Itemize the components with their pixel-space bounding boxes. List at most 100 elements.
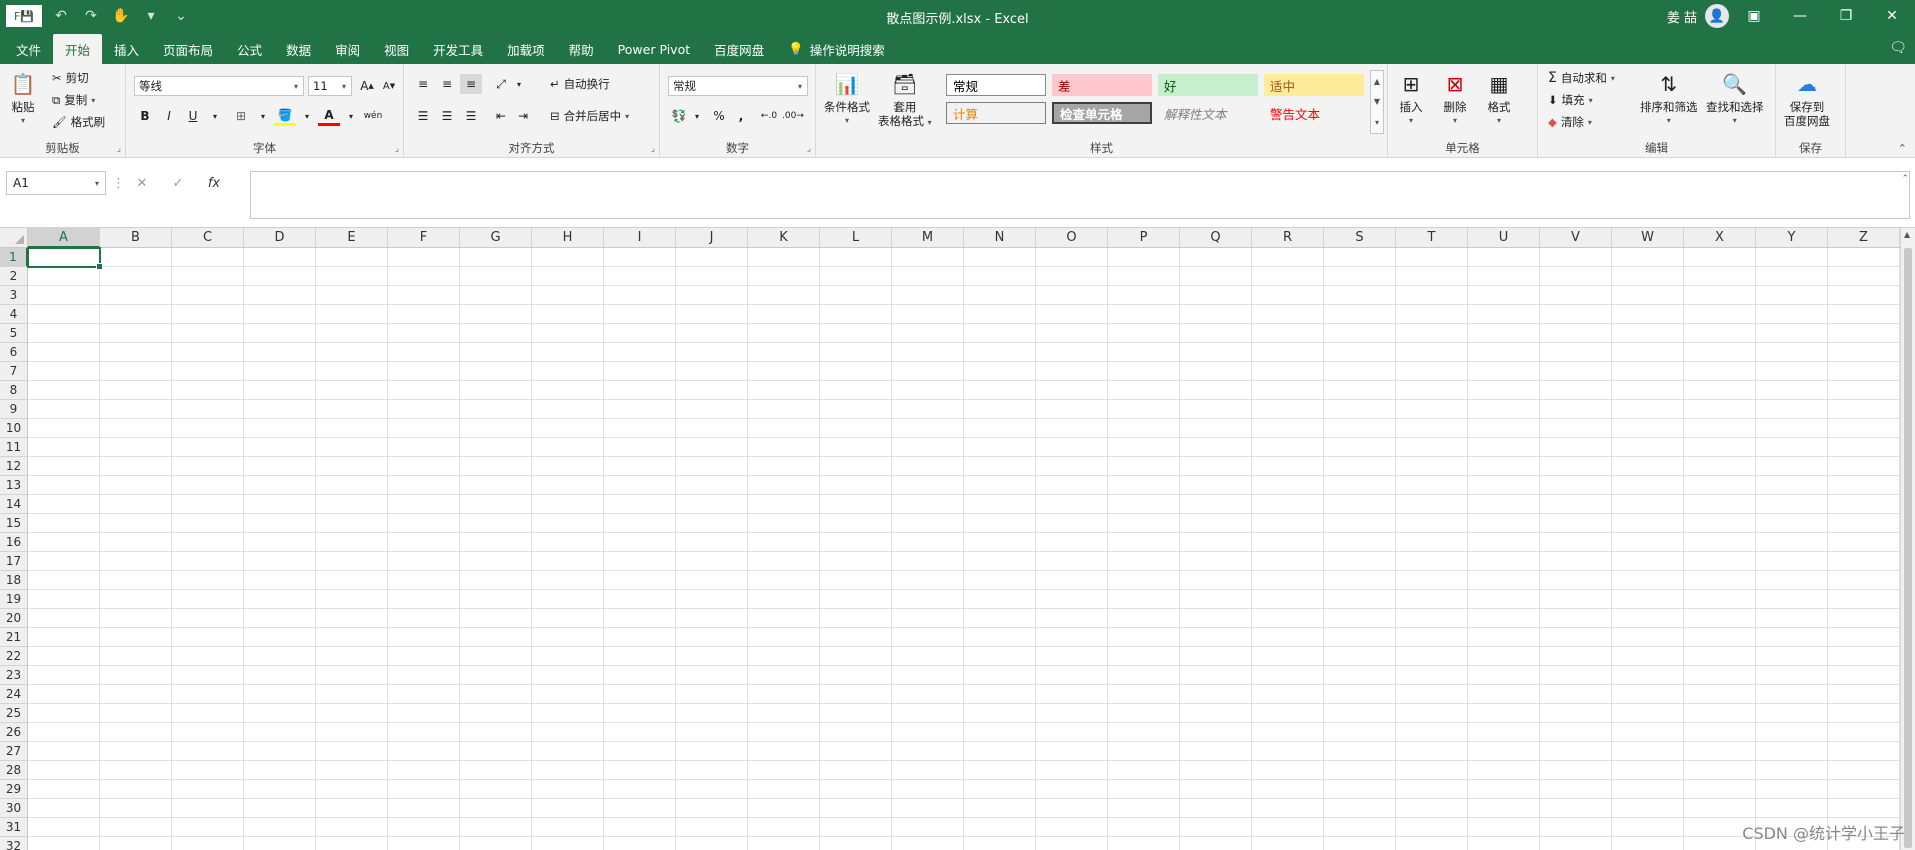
tell-me-search[interactable]: 💡 操作说明搜索 — [776, 34, 897, 64]
row-header-12[interactable]: 12 — [0, 457, 28, 476]
dialog-launcher-icon[interactable]: ⌟ — [395, 144, 399, 154]
column-header-p[interactable]: P — [1108, 228, 1180, 248]
formula-input[interactable] — [250, 171, 1910, 219]
format-painter-button[interactable]: 🖌 格式刷 — [52, 114, 105, 130]
chevron-down-icon[interactable]: ▾ — [252, 106, 274, 126]
row-header-28[interactable]: 28 — [0, 761, 28, 780]
vertical-scrollbar[interactable]: ▲ — [1900, 228, 1915, 850]
column-header-h[interactable]: H — [532, 228, 604, 248]
style-good[interactable]: 好 — [1158, 74, 1258, 96]
name-box[interactable]: A1 ▾ — [6, 171, 106, 195]
column-header-g[interactable]: G — [460, 228, 532, 248]
share-comment-icon[interactable]: 🗨 — [1889, 40, 1907, 56]
row-header-13[interactable]: 13 — [0, 476, 28, 495]
user-account[interactable]: 姜 喆 👤 — [1667, 4, 1729, 28]
insert-cells-button[interactable]: ⊞ 插入 ▾ — [1396, 70, 1426, 128]
column-header-k[interactable]: K — [748, 228, 820, 248]
decrease-decimal-icon[interactable]: .00→ — [782, 106, 804, 126]
enter-icon[interactable]: ✓ — [160, 176, 196, 191]
format-cells-button[interactable]: ▦ 格式 ▾ — [1484, 70, 1514, 128]
chevron-down-icon[interactable]: ▾ — [340, 106, 362, 126]
column-header-t[interactable]: T — [1396, 228, 1468, 248]
column-header-a[interactable]: A — [28, 228, 100, 248]
column-header-w[interactable]: W — [1612, 228, 1684, 248]
align-top-icon[interactable]: ≡ — [412, 74, 434, 94]
phonetic-guide-icon[interactable]: wén — [362, 106, 384, 126]
column-header-y[interactable]: Y — [1756, 228, 1828, 248]
cell-area[interactable] — [28, 248, 1900, 850]
scroll-thumb[interactable] — [1904, 248, 1912, 848]
fill-button[interactable]: ⬇ 填充 ▾ — [1548, 92, 1593, 108]
row-header-6[interactable]: 6 — [0, 343, 28, 362]
bold-button[interactable]: B — [134, 106, 156, 126]
column-header-m[interactable]: M — [892, 228, 964, 248]
column-header-b[interactable]: B — [100, 228, 172, 248]
worksheet-grid[interactable]: ABCDEFGHIJKLMNOPQRSTUVWXYZ 1 2 3 4 5 6 7 8 9 10 11… — [0, 228, 1900, 850]
tab-insert[interactable]: 插入 — [102, 34, 151, 64]
column-header-x[interactable]: X — [1684, 228, 1756, 248]
row-header-29[interactable]: 29 — [0, 780, 28, 799]
chevron-down-icon[interactable]: ▾ — [89, 179, 105, 188]
column-header-d[interactable]: D — [244, 228, 316, 248]
delete-cells-button[interactable]: ⊠ 删除 ▾ — [1440, 70, 1470, 128]
tab-help[interactable]: 帮助 — [557, 34, 606, 64]
tab-developer[interactable]: 开发工具 — [421, 34, 495, 64]
tab-power-pivot[interactable]: Power Pivot — [606, 34, 702, 64]
column-header-f[interactable]: F — [388, 228, 460, 248]
tab-page-layout[interactable]: 页面布局 — [151, 34, 225, 64]
column-header-e[interactable]: E — [316, 228, 388, 248]
row-header-26[interactable]: 26 — [0, 723, 28, 742]
font-size-combo[interactable]: 11 ▾ — [308, 76, 352, 96]
select-all-button[interactable] — [0, 228, 28, 248]
row-header-23[interactable]: 23 — [0, 666, 28, 685]
insert-function-icon[interactable]: fx — [196, 176, 232, 191]
conditional-formatting-button[interactable]: 📊 条件格式 ▾ — [824, 70, 870, 128]
align-left-icon[interactable]: ☰ — [412, 106, 434, 126]
row-header-21[interactable]: 21 — [0, 628, 28, 647]
chevron-down-icon[interactable]: ▾ — [296, 106, 318, 126]
number-format-combo[interactable]: 常规 ▾ — [668, 76, 808, 96]
row-header-32[interactable]: 32 — [0, 837, 28, 850]
column-header-u[interactable]: U — [1468, 228, 1540, 248]
dialog-launcher-icon[interactable]: ⌟ — [651, 144, 655, 154]
align-middle-icon[interactable]: ≡ — [436, 74, 458, 94]
wrap-text-button[interactable]: ↵ 自动换行 — [550, 76, 610, 92]
row-header-2[interactable]: 2 — [0, 267, 28, 286]
style-calculation[interactable]: 计算 — [946, 102, 1046, 124]
paste-button[interactable]: 📋 粘贴 ▾ — [8, 70, 38, 128]
row-header-30[interactable]: 30 — [0, 799, 28, 818]
column-header-n[interactable]: N — [964, 228, 1036, 248]
dialog-launcher-icon[interactable]: ⌟ — [807, 144, 811, 154]
expand-formula-bar-icon[interactable]: ⌃ — [1901, 174, 1909, 184]
restore-icon[interactable]: ❐ — [1823, 0, 1869, 32]
italic-button[interactable]: I — [158, 106, 180, 126]
style-bad[interactable]: 差 — [1052, 74, 1152, 96]
row-header-17[interactable]: 17 — [0, 552, 28, 571]
chevron-down-icon[interactable]: ▾ — [204, 106, 226, 126]
find-select-button[interactable]: 🔍 查找和选择 ▾ — [1706, 70, 1764, 128]
tab-file[interactable]: 文件 — [4, 34, 53, 64]
column-header-o[interactable]: O — [1036, 228, 1108, 248]
row-header-10[interactable]: 10 — [0, 419, 28, 438]
scroll-up-icon[interactable]: ▲ — [1904, 230, 1910, 239]
row-header-8[interactable]: 8 — [0, 381, 28, 400]
row-header-20[interactable]: 20 — [0, 609, 28, 628]
row-header-3[interactable]: 3 — [0, 286, 28, 305]
underline-button[interactable]: U — [182, 106, 204, 126]
column-header-l[interactable]: L — [820, 228, 892, 248]
row-header-31[interactable]: 31 — [0, 818, 28, 837]
ribbon-display-options-icon[interactable]: ▣ — [1731, 0, 1777, 32]
shrink-font-button[interactable]: A ▼ — [378, 76, 400, 96]
style-explanatory[interactable]: 解释性文本 — [1158, 102, 1258, 124]
row-header-7[interactable]: 7 — [0, 362, 28, 381]
tab-view[interactable]: 视图 — [372, 34, 421, 64]
column-header-q[interactable]: Q — [1180, 228, 1252, 248]
chevron-down-icon[interactable]: ▾ — [289, 82, 303, 91]
style-neutral[interactable]: 适中 — [1264, 74, 1364, 96]
row-header-5[interactable]: 5 — [0, 324, 28, 343]
increase-indent-icon[interactable]: ⇥ — [512, 106, 534, 126]
copy-button[interactable]: ⧉ 复制 ▾ — [52, 92, 95, 108]
row-header-16[interactable]: 16 — [0, 533, 28, 552]
tab-addins[interactable]: 加载项 — [495, 34, 557, 64]
tab-review[interactable]: 审阅 — [323, 34, 372, 64]
